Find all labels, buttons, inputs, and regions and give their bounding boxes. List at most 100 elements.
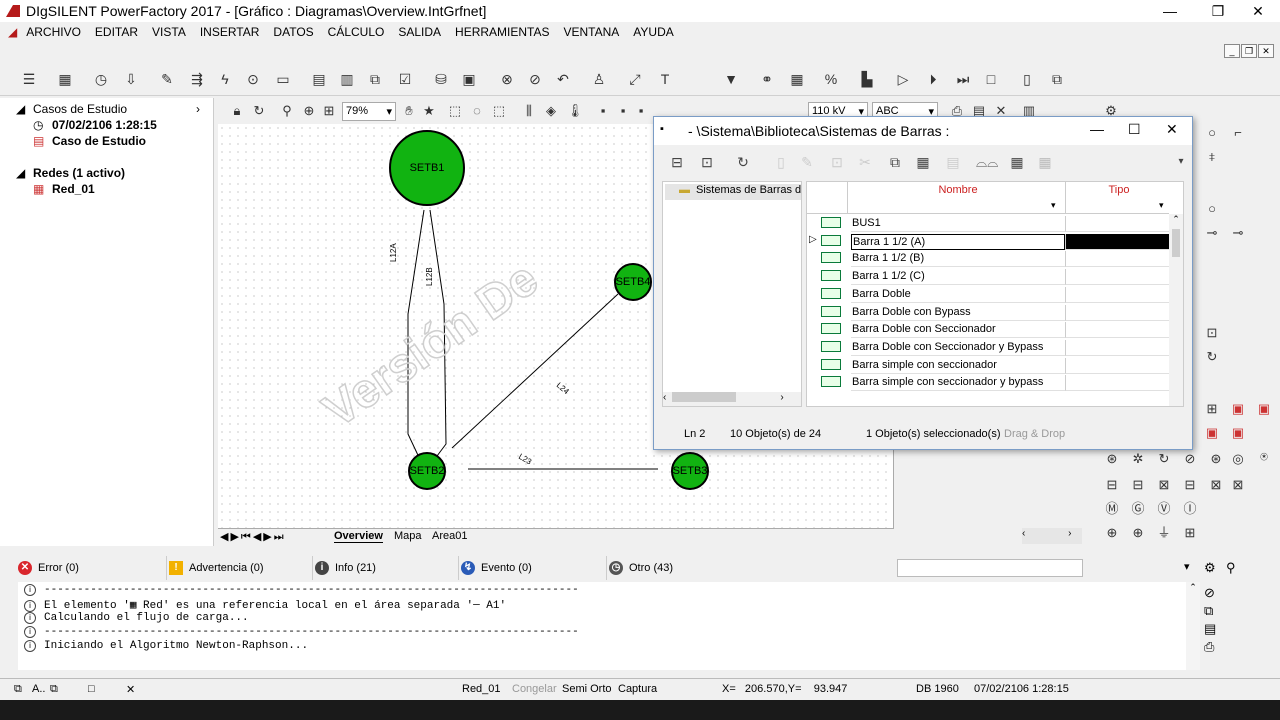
dialog-minimize-button[interactable]: — — [1090, 121, 1104, 137]
i-tool-icon[interactable]: Ⓘ — [1181, 500, 1199, 518]
tab-area01[interactable]: Area01 — [432, 530, 467, 542]
mdi-close-button[interactable]: ✕ — [1258, 44, 1274, 58]
zoom-icon[interactable]: ⚲ — [278, 102, 296, 120]
mdi-icon[interactable]: ◢ — [0, 25, 19, 39]
connector-tool-icon[interactable]: ⊸ — [1203, 224, 1221, 242]
output-window[interactable]: i ---------------------------------------… — [18, 582, 1186, 670]
table-row[interactable]: Barra Doble con Seccionador — [807, 320, 1169, 339]
lock-tool-icon[interactable]: ⊡ — [1203, 324, 1221, 342]
ground-tool-icon[interactable]: ⏚ — [1155, 524, 1173, 542]
glasses-icon[interactable]: ⌓⌓ — [976, 151, 998, 173]
cap-tool-icon[interactable]: ⊟ — [1129, 476, 1147, 494]
user-icon[interactable]: ♙ — [588, 68, 610, 90]
dialog-maximize-button[interactable]: ☐ — [1128, 121, 1141, 138]
stop-icon[interactable]: ⊗ — [496, 68, 518, 90]
link-icon[interactable]: ⚭ — [756, 68, 778, 90]
compare-icon[interactable]: ⧉ — [364, 68, 386, 90]
menu-archivo[interactable]: ARCHIVO — [19, 25, 88, 39]
thermometer-icon[interactable]: 🌡︎ — [566, 102, 584, 120]
database-icon[interactable]: ⛁ — [430, 68, 452, 90]
circle-tool-icon[interactable]: ○ — [1203, 200, 1221, 218]
graphic-icon[interactable]: ⤢ — [624, 68, 646, 90]
location-icon[interactable]: ⊙ — [242, 68, 264, 90]
bus-node-SETB3[interactable]: SETB3 — [671, 452, 709, 490]
slash-tool-icon[interactable]: ⊘ — [1181, 450, 1199, 468]
tab-info[interactable]: i Info (21) — [312, 556, 376, 580]
play-icon[interactable]: ▷ — [892, 68, 914, 90]
tree-expander-icon[interactable]: ◢ — [16, 166, 25, 180]
status-drag-drop[interactable]: Drag & Drop — [1004, 428, 1065, 440]
fast-forward-icon[interactable]: ⏭ — [952, 68, 974, 90]
col-tipo[interactable]: Tipo — [1069, 184, 1169, 196]
tree-study-cases[interactable]: Casos de Estudio — [33, 102, 127, 116]
reactor-tool-icon[interactable]: ⊠ — [1155, 476, 1173, 494]
short-circuit-icon[interactable]: ϟ — [214, 68, 236, 90]
tab-warning[interactable]: ! Advertencia (0) — [166, 556, 264, 580]
report-icon[interactable]: ▤ — [308, 68, 330, 90]
stop-sim-icon[interactable]: □ — [980, 68, 1002, 90]
clear-icon[interactable]: ⊘ — [1204, 584, 1216, 602]
bar-chart-icon[interactable]: ▙ — [856, 68, 878, 90]
copy-icon[interactable]: ⧉ — [1204, 602, 1216, 620]
table-row[interactable]: Barra Doble con Bypass — [807, 303, 1169, 321]
detail-icon[interactable]: ▦ — [1006, 151, 1028, 173]
gen-tool-icon[interactable]: ⊛ — [1103, 450, 1121, 468]
tab-error[interactable]: ✕ Error (0) — [18, 556, 79, 580]
binoculars-icon[interactable]: ⚲ — [1226, 560, 1236, 576]
save-db-icon[interactable]: ▣ — [458, 68, 480, 90]
status-window-icon[interactable]: ⧉ — [50, 683, 58, 696]
menu-salida[interactable]: SALIDA — [391, 25, 448, 39]
table-row[interactable]: Barra simple con seccionador y bypass — [807, 373, 1169, 392]
bus-tool-icon[interactable]: ⊟ — [1103, 476, 1121, 494]
save-as-icon[interactable]: ▪ — [614, 102, 632, 120]
folder-up-icon[interactable]: ⊟ — [666, 151, 688, 173]
toolbar-dropdown-icon[interactable]: ▾ — [1170, 151, 1192, 173]
status-stop-icon[interactable]: □ — [88, 683, 95, 695]
motor-tool-icon[interactable]: ⊛ — [1207, 450, 1225, 468]
verify-icon[interactable]: ☑ — [394, 68, 416, 90]
library-icon[interactable]: ▥ — [336, 68, 358, 90]
table-vscroll[interactable]: ⌃ — [1169, 214, 1183, 406]
shunt-tool-icon[interactable]: ⊟ — [1181, 476, 1199, 494]
rlc2-tool-icon[interactable]: ▣ — [1203, 424, 1221, 442]
tab-other[interactable]: ◷ Otro (43) — [606, 556, 673, 580]
table-row[interactable]: Barra 1 1/2 (B) — [807, 249, 1169, 268]
load-tool-icon[interactable]: ↻ — [1155, 450, 1173, 468]
static-tool-icon[interactable]: ⊠ — [1207, 476, 1225, 494]
copy-icon[interactable]: ⧉ — [884, 151, 906, 173]
tree-case-name[interactable]: Caso de Estudio — [52, 134, 146, 148]
status-close-icon[interactable]: ✕ — [126, 683, 135, 696]
zoom-all-icon[interactable]: ⊞ — [320, 102, 338, 120]
tree-case-time[interactable]: 07/02/2106 1:28:15 — [52, 118, 157, 132]
save-icon[interactable]: ▤ — [1204, 620, 1216, 638]
paste-icon[interactable]: ▤ — [942, 151, 964, 173]
bus-node-SETB2[interactable]: SETB2 — [408, 452, 446, 490]
m-tool-icon[interactable]: Ⓜ — [1103, 500, 1121, 518]
folder-item[interactable]: ▬ Sistemas de Barras d — [665, 184, 801, 200]
sort-icon[interactable]: ▾ — [1159, 200, 1164, 211]
menu-herramientas[interactable]: HERRAMIENTAS — [448, 25, 556, 39]
circle-tool-icon[interactable]: ○ — [1203, 124, 1221, 142]
grid-icon[interactable]: ▦ — [1034, 151, 1056, 173]
tree-expander-icon[interactable]: ◢ — [16, 102, 25, 116]
restore-button[interactable]: ❐ — [1198, 0, 1238, 22]
tree-networks[interactable]: Redes (1 activo) — [33, 166, 125, 180]
open-folder-icon[interactable]: ⊡ — [696, 151, 718, 173]
terminal-tool-icon[interactable]: ⊞ — [1181, 524, 1199, 542]
filter-tool-icon[interactable]: ⊞ — [1203, 400, 1221, 418]
data-manager-icon[interactable]: ☰ — [18, 68, 40, 90]
close-button[interactable]: ✕ — [1238, 0, 1278, 22]
dialog-close-button[interactable]: ✕ — [1166, 121, 1178, 138]
freeze-toggle[interactable]: Congelar — [512, 683, 557, 695]
breaker-tool-icon[interactable]: ⧧ — [1203, 148, 1221, 166]
save-icon[interactable]: ▪ — [594, 102, 612, 120]
tree-arrow-icon[interactable]: › — [196, 102, 200, 116]
pan-icon[interactable]: ✋︎ — [400, 102, 418, 120]
zoom-in-icon[interactable]: ⊕ — [300, 102, 318, 120]
table-row[interactable]: Barra 1 1/2 (C) — [807, 267, 1169, 286]
menu-vista[interactable]: VISTA — [145, 25, 193, 39]
z-tool-icon[interactable]: ▣ — [1229, 424, 1247, 442]
menu-datos[interactable]: DATOS — [266, 25, 320, 39]
capture-toggle[interactable]: Captura — [618, 683, 657, 695]
lasso-icon[interactable]: ◌ — [468, 102, 486, 120]
